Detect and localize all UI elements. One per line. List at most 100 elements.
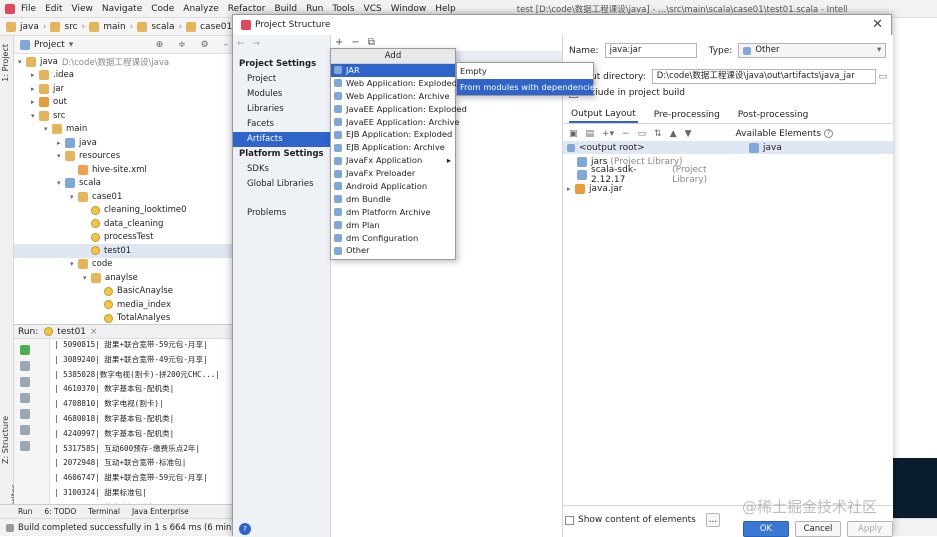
- add-item-javaee-application-archive[interactable]: JavaEE Application: Archive: [331, 116, 459, 129]
- menu-item-edit[interactable]: Edit: [45, 4, 62, 14]
- exit-icon[interactable]: [20, 425, 30, 435]
- expand-right-icon[interactable]: ▸: [31, 85, 39, 93]
- add-icon[interactable]: +▾: [602, 129, 614, 139]
- tree-node[interactable]: cleaning_looktime0: [14, 204, 240, 218]
- back-arrow-icon[interactable]: ←: [237, 39, 245, 49]
- tree-node[interactable]: BasicAnaylse: [14, 285, 240, 299]
- tree-node[interactable]: ▾ src: [14, 109, 240, 123]
- add-icon[interactable]: +: [335, 37, 343, 48]
- nav-item-global-libraries[interactable]: Global Libraries: [233, 177, 330, 192]
- bottom-tab[interactable]: Terminal: [88, 507, 120, 516]
- menu-item-run[interactable]: Run: [306, 4, 323, 14]
- nav-item-project[interactable]: Project: [233, 72, 330, 87]
- forward-arrow-icon[interactable]: →: [253, 39, 261, 49]
- folder-icon[interactable]: ▣: [569, 129, 578, 139]
- name-input[interactable]: java:jar: [604, 43, 697, 58]
- remove-icon[interactable]: −: [351, 37, 359, 48]
- add-item-dm-configuration[interactable]: dm Configuration: [331, 232, 455, 245]
- menu-item-file[interactable]: File: [21, 4, 36, 14]
- add-item-javaee-application-exploded[interactable]: JavaEE Application: Exploded: [331, 103, 467, 116]
- help-icon[interactable]: ?: [824, 129, 834, 138]
- expand-down-icon[interactable]: ▾: [70, 193, 78, 201]
- submenu-item-empty[interactable]: Empty: [457, 63, 593, 79]
- remove-icon[interactable]: −: [622, 129, 630, 139]
- bottom-tab[interactable]: 6: TODO: [44, 507, 76, 516]
- add-item-android-application[interactable]: Android Application: [331, 180, 455, 193]
- expand-down-icon[interactable]: ▾: [70, 260, 78, 268]
- nav-item-facets[interactable]: Facets: [233, 117, 330, 132]
- tree-node[interactable]: ▾ anaylse: [14, 271, 240, 285]
- more-button[interactable]: …: [705, 513, 720, 527]
- sort-icon[interactable]: ⇅: [654, 129, 662, 139]
- tree-node[interactable]: ▾ resources: [14, 150, 240, 164]
- ok-button[interactable]: OK: [743, 521, 789, 537]
- tree-node[interactable]: processTest: [14, 231, 240, 245]
- tree-node[interactable]: ▸ jar: [14, 82, 240, 96]
- nav-item-sdks[interactable]: SDKs: [233, 162, 330, 177]
- cancel-button[interactable]: Cancel: [795, 521, 841, 537]
- tree-node[interactable]: ▸ out: [14, 96, 240, 110]
- expand-right-icon[interactable]: ▸: [31, 98, 39, 106]
- nav-item-modules[interactable]: Modules: [233, 87, 330, 102]
- tree-node[interactable]: data_cleaning: [14, 217, 240, 231]
- menu-item-vcs[interactable]: VCS: [364, 4, 382, 14]
- menu-item-refactor[interactable]: Refactor: [228, 4, 266, 14]
- tree-node[interactable]: ▸ .idea: [14, 69, 240, 83]
- breadcrumb-item[interactable]: java: [20, 22, 39, 32]
- add-item-other[interactable]: Other: [331, 244, 455, 257]
- bottom-tab[interactable]: Run: [18, 507, 32, 516]
- pin-icon[interactable]: [20, 441, 30, 451]
- move-down-icon[interactable]: ▼: [685, 129, 692, 139]
- expand-right-icon[interactable]: ▸: [31, 71, 39, 79]
- add-item-dm-plan[interactable]: dm Plan: [331, 219, 455, 232]
- close-icon[interactable]: ×: [90, 327, 98, 337]
- tree-node[interactable]: test01: [14, 244, 240, 258]
- apply-button[interactable]: Apply: [847, 521, 893, 537]
- panel-actions-icon[interactable]: ⊕ ≑ ⚙ –: [156, 40, 234, 50]
- expand-down-icon[interactable]: ▾: [18, 58, 26, 66]
- menu-item-help[interactable]: Help: [435, 4, 456, 14]
- tab-output-layout[interactable]: Output Layout: [569, 107, 638, 123]
- submenu-item-from-modules[interactable]: From modules with dependencies...: [457, 79, 607, 95]
- menu-item-build[interactable]: Build: [275, 4, 298, 14]
- breadcrumb-item[interactable]: case01: [200, 22, 232, 32]
- structure-tool-tab[interactable]: Z: Structure: [1, 416, 10, 464]
- add-item-dm-platform-archive[interactable]: dm Platform Archive: [331, 206, 455, 219]
- tree-node[interactable]: ▾ code: [14, 258, 240, 272]
- folder-browse-icon[interactable]: ▭: [878, 72, 887, 82]
- tree-node[interactable]: ▾ java D:\code\数据工程课设\java: [14, 55, 240, 69]
- breadcrumb-item[interactable]: scala: [151, 22, 174, 32]
- expand-down-icon[interactable]: ▾: [31, 112, 39, 120]
- add-item-web-application-archive[interactable]: Web Application: Archive: [331, 90, 455, 103]
- chevron-down-icon[interactable]: ▾: [69, 40, 74, 50]
- menu-item-tools[interactable]: Tools: [332, 4, 354, 14]
- add-item-jar[interactable]: JAR: [331, 64, 455, 77]
- menu-item-analyze[interactable]: Analyze: [183, 4, 218, 14]
- project-panel-title[interactable]: Project: [34, 40, 65, 50]
- close-icon[interactable]: ✕: [872, 17, 883, 32]
- move-up-icon[interactable]: ▲: [670, 129, 677, 139]
- output-layout-item[interactable]: scala-sdk-2.12.17 (Project Library): [563, 165, 743, 185]
- expand-down-icon[interactable]: ▾: [57, 179, 65, 187]
- project-tool-tab[interactable]: 1: Project: [1, 44, 10, 82]
- add-item-dm-bundle[interactable]: dm Bundle: [331, 193, 455, 206]
- tree-node[interactable]: ▾ case01: [14, 190, 240, 204]
- add-item-ejb-application-exploded[interactable]: EJB Application: Exploded: [331, 128, 455, 141]
- settings-icon[interactable]: [20, 409, 30, 419]
- add-item-web-application-exploded[interactable]: Web Application: Exploded: [331, 77, 457, 90]
- expand-right-icon[interactable]: ▸: [567, 185, 575, 193]
- stop-icon[interactable]: [20, 361, 30, 371]
- nav-item-libraries[interactable]: Libraries: [233, 102, 330, 117]
- archive-icon[interactable]: ▤: [586, 129, 595, 139]
- expand-down-icon[interactable]: ▾: [44, 125, 52, 133]
- show-content-checkbox[interactable]: [565, 515, 574, 525]
- tree-node[interactable]: TotalAnalyes: [14, 312, 240, 325]
- breadcrumb-item[interactable]: src: [64, 22, 77, 32]
- bottom-tab[interactable]: Java Enterprise: [132, 507, 189, 516]
- menu-item-view[interactable]: View: [72, 4, 93, 14]
- run-tab-test01[interactable]: test01: [57, 327, 86, 337]
- copy-icon[interactable]: ⧉: [368, 37, 375, 48]
- tab-pre-processing[interactable]: Pre-processing: [652, 108, 722, 122]
- expand-down-icon[interactable]: ▾: [57, 152, 65, 160]
- add-item-javafx-preloader[interactable]: JavaFx Preloader: [331, 167, 455, 180]
